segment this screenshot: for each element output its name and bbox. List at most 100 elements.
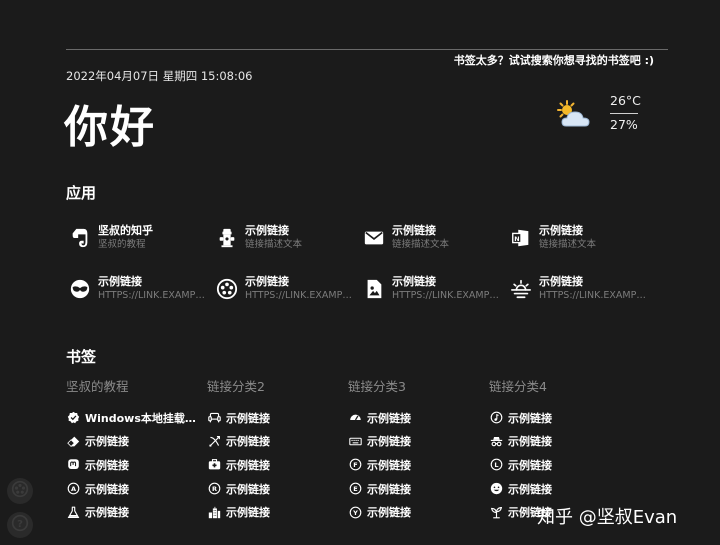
bookmark-item[interactable]: F 示例链接 — [348, 453, 489, 477]
bookmark-item[interactable]: 示例链接 — [207, 500, 348, 524]
help-button[interactable]: ? — [7, 512, 33, 538]
bookmark-column-title: 坚叔的教程 — [66, 379, 129, 394]
app-item[interactable]: 坚叔的知乎 坚叔的教程 — [66, 224, 213, 275]
bookmark-label: Windows本地挂载群晖 — [85, 411, 197, 425]
bookmark-label: 示例链接 — [508, 435, 552, 449]
app-desc: HTTPS://LINK.EXAMPLE.COM — [245, 290, 355, 301]
letter-y-circle-icon: Y — [348, 505, 362, 519]
archery-icon — [207, 434, 221, 448]
film-reel-icon — [11, 480, 29, 502]
bookmark-item[interactable]: Windows本地挂载群晖 — [66, 406, 207, 430]
app-desc: HTTPS://LINK.EXAMPLE.COM — [392, 290, 502, 301]
bookmark-item[interactable]: 示例链接 — [489, 477, 630, 501]
app-name: 示例链接 — [245, 224, 289, 237]
app-name: 示例链接 — [392, 224, 436, 237]
bookmark-label: 示例链接 — [367, 458, 411, 472]
search-hint[interactable]: 书签太多？试试搜索你想寻找的书签吧 :) — [454, 52, 654, 68]
svg-text:N: N — [514, 235, 519, 243]
city-icon — [207, 505, 221, 519]
greeting: 你好 — [64, 102, 156, 153]
weather-divider — [610, 113, 638, 114]
bookmark-label: 示例链接 — [85, 482, 129, 496]
office-icon: N — [507, 224, 535, 252]
letter-f-circle-icon: F — [348, 458, 362, 472]
mail-icon — [360, 224, 388, 252]
bookmark-item[interactable]: E 示例链接 — [348, 477, 489, 501]
mask-icon — [66, 275, 94, 303]
app-item[interactable]: 示例链接 HTTPS://LINK.EXAMPLE.COM — [66, 275, 213, 326]
start-page: 书签太多？试试搜索你想寻找的书签吧 :) 2022年04月07日 星期四 15:… — [0, 0, 720, 545]
app-desc: HTTPS://LINK.EXAMPLE.COM — [539, 290, 649, 301]
app-name: 示例链接 — [539, 275, 583, 288]
bookmark-column: 链接分类3 示例链接 示例链接 F 示例链接 E 示例链接 Y 示例链接 — [348, 378, 489, 524]
first-aid-icon — [207, 458, 221, 472]
smiley-icon — [489, 482, 503, 496]
app-item[interactable]: 示例链接 HTTPS://LINK.EXAMPLE.COM — [507, 275, 654, 326]
bookmark-item[interactable]: 示例链接 — [66, 430, 207, 454]
weather-humidity: 27% — [610, 117, 638, 132]
svg-text:A: A — [70, 485, 75, 493]
svg-text:E: E — [353, 485, 357, 493]
svg-text:R: R — [211, 485, 216, 493]
app-name: 示例链接 — [245, 275, 289, 288]
bookmark-column-title: 链接分类3 — [348, 379, 406, 394]
search-input-underline[interactable] — [66, 49, 668, 50]
svg-text:F: F — [353, 461, 357, 469]
bookmark-label: 示例链接 — [508, 411, 552, 425]
evernote-icon — [66, 224, 94, 252]
app-item[interactable]: N 示例链接 链接描述文本 — [507, 224, 654, 275]
app-name: 示例链接 — [392, 275, 436, 288]
bookmark-item[interactable]: 示例链接 — [489, 406, 630, 430]
apps-grid: 坚叔的知乎 坚叔的教程 示例链接 链接描述文本 示例链接 链接描述文本 N 示例… — [66, 224, 666, 326]
app-item[interactable]: 示例链接 链接描述文本 — [213, 224, 360, 275]
weather-temperature: 26°C — [610, 93, 641, 108]
reel-button[interactable] — [7, 478, 33, 504]
bookmark-label: 示例链接 — [226, 458, 270, 472]
bookmark-label: 示例链接 — [367, 506, 411, 520]
bookmark-item[interactable]: 示例链接 — [66, 453, 207, 477]
bookmark-item[interactable]: Y 示例链接 — [348, 500, 489, 524]
verified-badge-icon — [66, 411, 80, 425]
bookmark-item[interactable]: 示例链接 — [66, 500, 207, 524]
bookmark-label: 示例链接 — [85, 435, 129, 449]
svg-text:?: ? — [17, 519, 23, 530]
bookmarks-section-title: 书签 — [66, 348, 97, 366]
image-file-icon — [360, 275, 388, 303]
bookmark-column-title: 链接分类4 — [489, 379, 547, 394]
flask-icon — [66, 505, 80, 519]
keyboard-icon — [348, 434, 362, 448]
svg-text:Y: Y — [352, 509, 358, 517]
seedling-icon — [489, 505, 503, 519]
bookmark-item[interactable]: A 示例链接 — [66, 477, 207, 501]
bookmark-item[interactable]: 示例链接 — [207, 406, 348, 430]
bookmark-column-title: 链接分类2 — [207, 379, 265, 394]
bookmark-label: 示例链接 — [85, 506, 129, 520]
app-item[interactable]: 示例链接 HTTPS://LINK.EXAMPLE.COM — [213, 275, 360, 326]
app-name: 坚叔的知乎 — [98, 224, 153, 237]
bookmark-item[interactable]: 示例链接 — [489, 430, 630, 454]
app-desc: HTTPS://LINK.EXAMPLE.COM — [98, 290, 208, 301]
bookmark-column: 坚叔的教程 Windows本地挂载群晖 示例链接 示例链接 A 示例链接 示例链… — [66, 378, 207, 524]
film-reel-icon — [213, 275, 241, 303]
bookmark-label: 示例链接 — [226, 411, 270, 425]
gauge-icon — [348, 411, 362, 425]
bookmark-item[interactable]: 示例链接 — [207, 453, 348, 477]
eraser-icon — [66, 434, 80, 448]
svg-text:L: L — [494, 461, 498, 469]
bookmark-item[interactable]: L 示例链接 — [489, 453, 630, 477]
bookmark-label: 示例链接 — [508, 482, 552, 496]
letter-a-circle-icon: A — [66, 482, 80, 496]
app-item[interactable]: 示例链接 HTTPS://LINK.EXAMPLE.COM — [360, 275, 507, 326]
app-item[interactable]: 示例链接 链接描述文本 — [360, 224, 507, 275]
fire-hydrant-icon — [213, 224, 241, 252]
app-name: 示例链接 — [98, 275, 142, 288]
music-note-icon — [489, 411, 503, 425]
bookmark-item[interactable]: 示例链接 — [348, 430, 489, 454]
app-desc: 链接描述文本 — [539, 239, 597, 250]
partly-cloudy-icon — [554, 98, 594, 132]
bookmark-label: 示例链接 — [85, 458, 129, 472]
bookmark-item[interactable]: R 示例链接 — [207, 477, 348, 501]
bookmark-label: 示例链接 — [367, 411, 411, 425]
bookmark-item[interactable]: 示例链接 — [207, 430, 348, 454]
bookmark-item[interactable]: 示例链接 — [348, 406, 489, 430]
